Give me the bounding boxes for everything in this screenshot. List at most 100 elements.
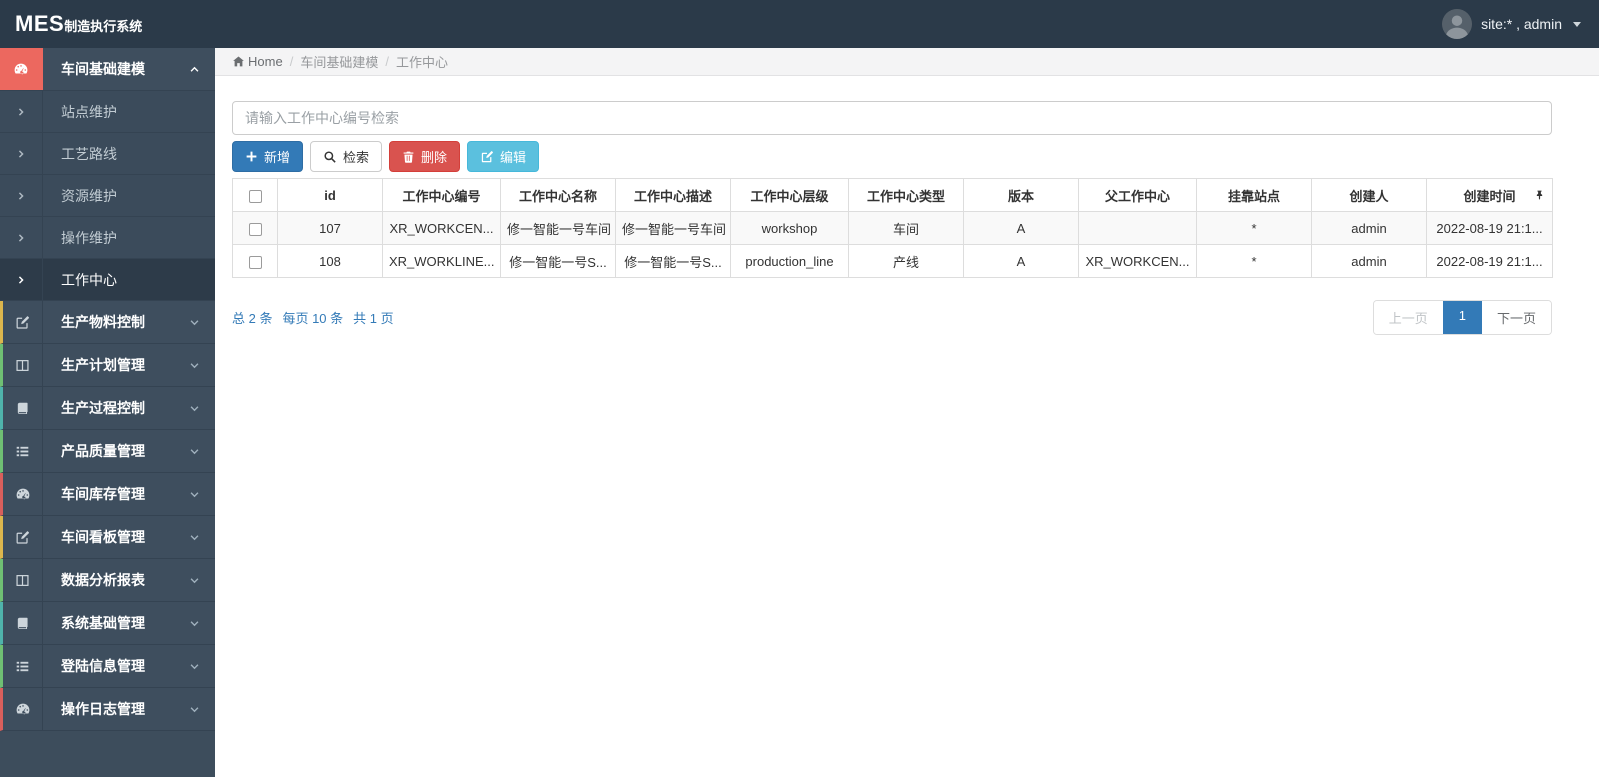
work-center-search-input[interactable] xyxy=(232,101,1552,135)
chevron-right-icon xyxy=(0,259,43,300)
logo-text-mes: MES xyxy=(15,11,65,36)
user-label: site:* , admin xyxy=(1481,16,1562,32)
chevron-down-icon xyxy=(189,301,215,343)
row-checkbox[interactable] xyxy=(248,222,262,236)
sidebar-subitem-label: 操作维护 xyxy=(61,229,117,246)
prev-page-button[interactable]: 上一页 xyxy=(1373,301,1443,334)
sidebar-subitem-work-center[interactable]: 工作中心 xyxy=(0,259,215,301)
cell-creator: admin xyxy=(1311,244,1427,278)
chevron-down-icon xyxy=(189,430,215,472)
sidebar-item-label: 车间看板管理 xyxy=(61,529,145,545)
sidebar-item-data-analysis-reports[interactable]: 数据分析报表 xyxy=(0,559,215,602)
next-page-button[interactable]: 下一页 xyxy=(1481,301,1551,334)
chevron-down-icon xyxy=(189,645,215,687)
pagination-controls: 上一页 1 下一页 xyxy=(1372,300,1552,335)
sidebar-item-system-management[interactable]: 系统基础管理 xyxy=(0,602,215,645)
sidebar-item-label: 生产过程控制 xyxy=(61,400,145,416)
user-dropdown[interactable]: site:* , admin xyxy=(1442,9,1599,39)
cell-code: XR_WORKLINE... xyxy=(382,244,501,278)
tachometer-icon xyxy=(3,688,43,730)
search-button[interactable]: 检索 xyxy=(310,141,383,172)
col-header-version: 版本 xyxy=(963,178,1079,212)
cell-type: 车间 xyxy=(848,211,964,245)
sidebar-item-inventory-management[interactable]: 车间库存管理 xyxy=(0,473,215,516)
sidebar-subitem-site-maintenance[interactable]: 站点维护 xyxy=(0,91,215,133)
sidebar-item-label: 操作日志管理 xyxy=(61,701,145,717)
sidebar-subitem-operation-maintenance[interactable]: 操作维护 xyxy=(0,217,215,259)
edit-button[interactable]: 编辑 xyxy=(467,141,540,172)
cell-type: 产线 xyxy=(848,244,964,278)
cell-id: 107 xyxy=(277,211,383,245)
row-checkbox[interactable] xyxy=(248,255,262,269)
sidebar-item-process-control[interactable]: 生产过程控制 xyxy=(0,387,215,430)
delete-button[interactable]: 删除 xyxy=(389,141,461,172)
sidebar-item-label: 系统基础管理 xyxy=(61,615,145,631)
sidebar-item-material-control[interactable]: 生产物料控制 xyxy=(0,301,215,344)
sidebar-nav: 车间基础建模 站点维护 工艺路线 资源维护 操作维护 工作中心 生产物料控制 生… xyxy=(0,48,215,777)
chevron-down-icon xyxy=(189,387,215,429)
cell-id: 108 xyxy=(277,244,383,278)
chevron-down-icon xyxy=(189,473,215,515)
pagination-row: 总 2 条 每页 10 条 共 1 页 上一页 1 下一页 xyxy=(232,300,1552,335)
cell-creator: admin xyxy=(1311,211,1427,245)
book-icon xyxy=(3,602,43,644)
col-header-parent: 父工作中心 xyxy=(1078,178,1197,212)
cell-station: * xyxy=(1196,244,1312,278)
col-header-desc: 工作中心描述 xyxy=(615,178,731,212)
col-header-created: 创建时间 xyxy=(1426,178,1553,212)
plus-icon xyxy=(246,151,257,162)
chevron-right-icon xyxy=(0,91,43,132)
breadcrumb-home-link[interactable]: Home xyxy=(232,54,283,69)
list-icon xyxy=(3,430,43,472)
chevron-down-icon xyxy=(189,688,215,730)
sidebar-subitem-process-route[interactable]: 工艺路线 xyxy=(0,133,215,175)
cell-desc: 修一智能一号车间 xyxy=(615,211,731,245)
cell-level: production_line xyxy=(730,244,849,278)
breadcrumb-separator: / xyxy=(289,54,294,69)
page-number-button[interactable]: 1 xyxy=(1442,301,1482,334)
breadcrumb-section[interactable]: 车间基础建模 xyxy=(300,52,378,71)
pin-icon[interactable] xyxy=(1534,189,1545,201)
sidebar-subitem-label: 工艺路线 xyxy=(61,145,117,162)
cell-name: 修一智能一号S... xyxy=(500,244,616,278)
chevron-right-icon xyxy=(0,175,43,216)
cell-version: A xyxy=(963,244,1079,278)
chevron-down-icon xyxy=(189,602,215,644)
sidebar-item-workshop-modeling[interactable]: 车间基础建模 xyxy=(0,48,215,91)
sidebar-item-label: 生产计划管理 xyxy=(61,357,145,373)
sidebar-item-kanban-management[interactable]: 车间看板管理 xyxy=(0,516,215,559)
sidebar-subitem-resource-maintenance[interactable]: 资源维护 xyxy=(0,175,215,217)
sidebar-subitem-label: 站点维护 xyxy=(61,103,117,120)
chevron-right-icon xyxy=(0,217,43,258)
sidebar-item-label: 产品质量管理 xyxy=(61,443,145,459)
logo-text-suffix: 制造执行系统 xyxy=(64,19,143,34)
table-row[interactable]: 108 XR_WORKLINE... 修一智能一号S... 修一智能一号S...… xyxy=(232,244,1553,278)
top-navbar: MES 制造执行系统 site:* , admin xyxy=(0,0,1599,48)
work-center-table: id 工作中心编号 工作中心名称 工作中心描述 工作中心层级 工作中心类型 版本… xyxy=(232,178,1553,278)
select-all-checkbox[interactable] xyxy=(248,189,262,203)
add-button[interactable]: 新增 xyxy=(232,141,304,172)
chevron-down-icon xyxy=(189,516,215,558)
toolbar: 新增 检索 删除 编辑 xyxy=(232,141,1599,172)
sidebar-item-login-info-management[interactable]: 登陆信息管理 xyxy=(0,645,215,688)
col-header-level: 工作中心层级 xyxy=(730,178,849,212)
tachometer-icon xyxy=(3,473,43,515)
table-row[interactable]: 107 XR_WORKCEN... 修一智能一号车间 修一智能一号车间 work… xyxy=(232,211,1553,245)
col-header-name: 工作中心名称 xyxy=(500,178,616,212)
sidebar-item-quality-management[interactable]: 产品质量管理 xyxy=(0,430,215,473)
select-all-cell xyxy=(232,178,278,212)
sidebar-item-plan-management[interactable]: 生产计划管理 xyxy=(0,344,215,387)
sidebar-item-label: 车间库存管理 xyxy=(61,486,145,502)
col-header-station: 挂靠站点 xyxy=(1196,178,1312,212)
user-avatar xyxy=(1442,9,1473,39)
cell-name: 修一智能一号车间 xyxy=(500,211,616,245)
caret-down-icon xyxy=(1573,21,1581,27)
cell-station: * xyxy=(1196,211,1312,245)
chevron-down-icon xyxy=(189,559,215,601)
book-icon xyxy=(3,387,43,429)
col-header-creator: 创建人 xyxy=(1311,178,1427,212)
breadcrumb-separator: / xyxy=(385,54,389,69)
cell-created: 2022-08-19 21:1... xyxy=(1426,211,1553,245)
person-photo-placeholder xyxy=(1442,9,1473,39)
sidebar-item-operation-log-management[interactable]: 操作日志管理 xyxy=(0,688,215,731)
